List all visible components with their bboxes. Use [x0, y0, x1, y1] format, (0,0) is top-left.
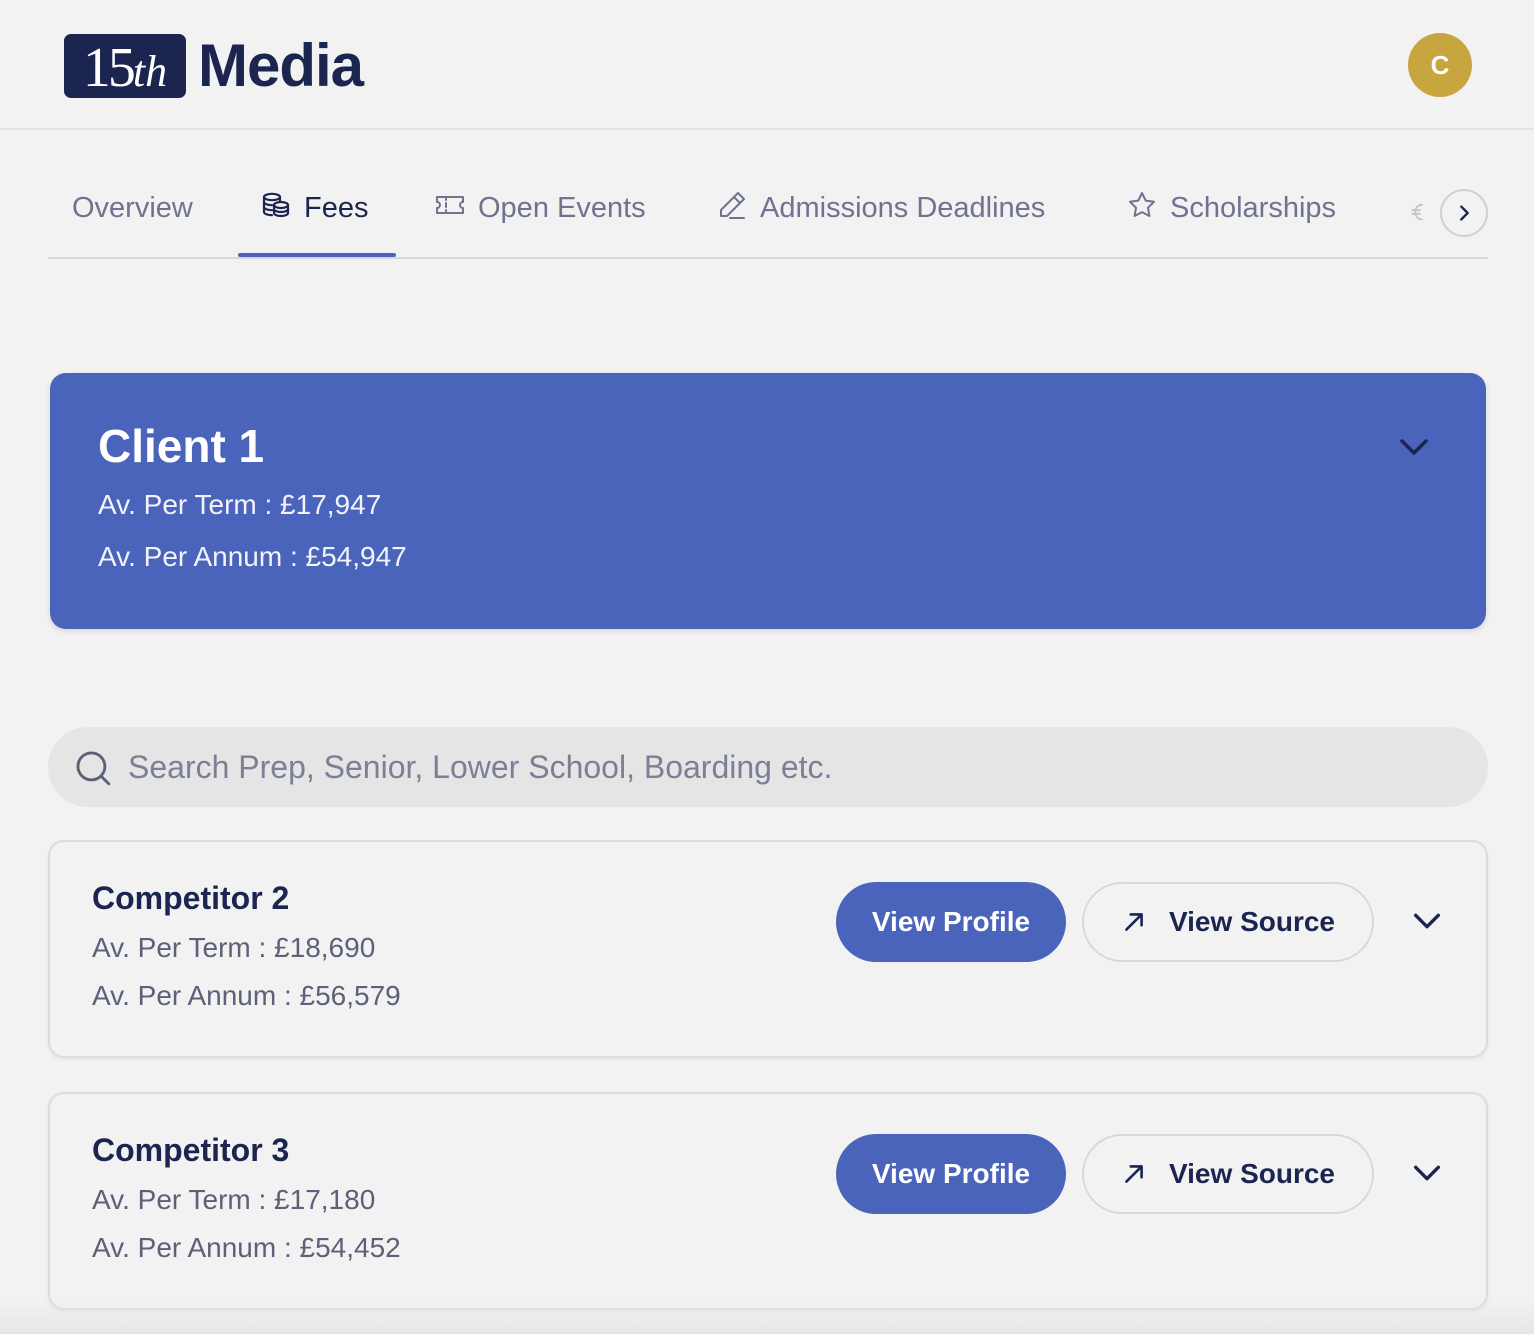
active-tab-indicator — [238, 253, 396, 257]
competitor-name: Competitor 2 — [92, 880, 290, 916]
tab-scholarships[interactable]: Scholarships — [1126, 160, 1336, 257]
logo-number: 15 — [82, 37, 136, 99]
arrow-up-right-icon — [1125, 913, 1143, 931]
competitor-average-per-term: Av. Per Term : £17,180 — [92, 1184, 376, 1215]
view-source-label: View Source — [1168, 906, 1335, 937]
search-icon — [76, 751, 111, 786]
view-profile-button[interactable]: View Profile — [836, 1134, 1066, 1214]
client-name: Client 1 — [98, 420, 265, 472]
coins-icon — [260, 189, 292, 229]
tab-label: Fees — [304, 192, 369, 224]
chevron-down-icon[interactable] — [1410, 904, 1444, 938]
user-avatar[interactable]: C — [1408, 33, 1472, 97]
tabs-scroll-right-button[interactable] — [1440, 189, 1488, 237]
logo-suffix: th — [132, 47, 168, 96]
view-source-button[interactable]: View Source — [1082, 1134, 1374, 1214]
partial-tab-icon — [1408, 196, 1438, 230]
competitor-average-per-annum: Av. Per Annum : £56,579 — [92, 980, 401, 1011]
chevron-down-icon[interactable] — [1396, 429, 1432, 465]
logo[interactable]: 15th Media — [64, 32, 364, 99]
view-source-label: View Source — [1168, 1158, 1335, 1189]
tab-label: Admissions Deadlines — [760, 192, 1046, 224]
competitor-average-per-term: Av. Per Term : £18,690 — [92, 932, 376, 963]
competitor-name: Competitor 3 — [92, 1132, 290, 1168]
view-profile-button[interactable]: View Profile — [836, 882, 1066, 962]
client-average-per-annum: Av. Per Annum : £54,947 — [98, 541, 407, 572]
tab-bar: Overview Fees Open Events Admissions Dea… — [48, 160, 1488, 259]
view-source-button[interactable]: View Source — [1082, 882, 1374, 962]
competitor-card: Competitor 3 Av. Per Term : £17,180 Av. … — [48, 1092, 1488, 1310]
chevron-down-icon[interactable] — [1410, 1156, 1444, 1190]
scroll-fade — [0, 1300, 1534, 1334]
tab-label: Scholarships — [1170, 192, 1337, 224]
logo-wordmark: Media — [198, 32, 364, 99]
logo-badge: 15th — [64, 34, 186, 98]
ticket-icon — [434, 189, 466, 229]
top-header: 15th Media C — [0, 0, 1534, 130]
tab-overview[interactable]: Overview — [72, 160, 193, 257]
competitor-card: Competitor 2 Av. Per Term : £18,690 Av. … — [48, 840, 1488, 1058]
client-average-per-term: Av. Per Term : £17,947 — [98, 489, 382, 520]
star-icon — [1126, 189, 1158, 229]
tab-label: Overview — [72, 192, 193, 224]
arrow-up-right-icon — [1125, 1165, 1143, 1183]
tab-label: Open Events — [478, 192, 646, 224]
pencil-icon — [716, 189, 748, 229]
tab-fees[interactable]: Fees — [260, 160, 368, 257]
chevron-right-icon — [1460, 205, 1469, 221]
search-input[interactable] — [128, 727, 1448, 807]
tab-open-events[interactable]: Open Events — [434, 160, 646, 257]
client-summary-card: Client 1 Av. Per Term : £17,947 Av. Per … — [50, 373, 1486, 629]
competitor-average-per-annum: Av. Per Annum : £54,452 — [92, 1232, 401, 1263]
tab-admissions-deadlines[interactable]: Admissions Deadlines — [716, 160, 1045, 257]
search-bar — [48, 727, 1488, 807]
page: 15th Media C Overview Fees Open Events A… — [0, 0, 1534, 1334]
